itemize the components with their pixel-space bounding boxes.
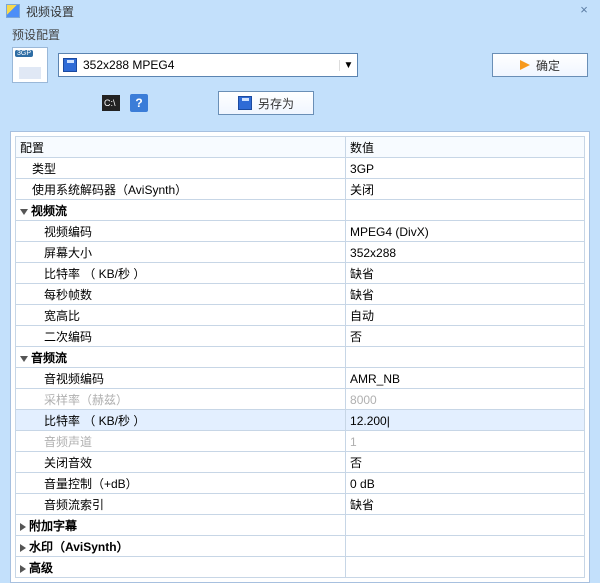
table-row[interactable]: 比特率 （ KB/秒 ）12.200: [16, 410, 585, 431]
row-value[interactable]: 缺省: [346, 494, 585, 515]
table-row[interactable]: 二次编码否: [16, 326, 585, 347]
row-value[interactable]: 缺省: [346, 284, 585, 305]
row-name[interactable]: 视频流: [16, 200, 346, 221]
expand-open-icon[interactable]: [20, 356, 28, 362]
table-row: 音频声道1: [16, 431, 585, 452]
arrow-right-icon: [520, 60, 530, 70]
row-name[interactable]: 附加字幕: [16, 515, 346, 536]
chevron-down-icon: ▼: [339, 60, 357, 71]
row-value[interactable]: 否: [346, 326, 585, 347]
row-value: 1: [346, 431, 585, 452]
row-name[interactable]: 比特率 （ KB/秒 ）: [16, 263, 346, 284]
group-row[interactable]: 音频流: [16, 347, 585, 368]
floppy-icon: [63, 58, 77, 72]
expand-open-icon[interactable]: [20, 209, 28, 215]
help-icon[interactable]: ?: [130, 94, 148, 112]
group-row[interactable]: 水印（AviSynth）: [16, 536, 585, 557]
row-value[interactable]: [346, 536, 585, 557]
app-icon: [6, 4, 20, 18]
row-name: 采样率（赫兹）: [16, 389, 346, 410]
row-value[interactable]: MPEG4 (DivX): [346, 221, 585, 242]
row-name[interactable]: 二次编码: [16, 326, 346, 347]
row-value: 8000: [346, 389, 585, 410]
floppy-icon: [238, 96, 252, 110]
save-as-label: 另存为: [258, 95, 294, 112]
row-value[interactable]: 12.200: [346, 410, 585, 431]
row-value[interactable]: AMR_NB: [346, 368, 585, 389]
window-title: 视频设置: [26, 3, 74, 20]
table-row[interactable]: 类型3GP: [16, 158, 585, 179]
expand-closed-icon[interactable]: [20, 523, 26, 531]
row-name[interactable]: 每秒帧数: [16, 284, 346, 305]
row-value[interactable]: [346, 347, 585, 368]
row-name[interactable]: 水印（AviSynth）: [16, 536, 346, 557]
table-row[interactable]: 音视频编码AMR_NB: [16, 368, 585, 389]
row-value[interactable]: [346, 200, 585, 221]
group-row[interactable]: 视频流: [16, 200, 585, 221]
preset-3gp-icon: [12, 47, 48, 83]
row-name[interactable]: 屏幕大小: [16, 242, 346, 263]
row-value[interactable]: [346, 557, 585, 578]
row-value[interactable]: 352x288: [346, 242, 585, 263]
table-row[interactable]: 视频编码MPEG4 (DivX): [16, 221, 585, 242]
preset-section: 预设配置 352x288 MPEG4 ▼ 确定 C:\ ? 另存为: [0, 22, 600, 121]
group-row[interactable]: 高级: [16, 557, 585, 578]
table-row[interactable]: 屏幕大小352x288: [16, 242, 585, 263]
expand-closed-icon[interactable]: [20, 544, 26, 552]
row-name[interactable]: 类型: [16, 158, 346, 179]
ok-button[interactable]: 确定: [492, 53, 588, 77]
row-name[interactable]: 关闭音效: [16, 452, 346, 473]
ok-button-label: 确定: [536, 57, 560, 74]
property-grid: 配置 数值 类型3GP使用系统解码器（AviSynth）关闭视频流视频编码MPE…: [10, 131, 590, 583]
table-row[interactable]: 音量控制（+dB）0 dB: [16, 473, 585, 494]
table-row[interactable]: 关闭音效否: [16, 452, 585, 473]
table-row[interactable]: 宽高比自动: [16, 305, 585, 326]
preset-section-label: 预设配置: [12, 26, 588, 43]
row-value[interactable]: 关闭: [346, 179, 585, 200]
table-row[interactable]: 比特率 （ KB/秒 ）缺省: [16, 263, 585, 284]
row-name[interactable]: 使用系统解码器（AviSynth）: [16, 179, 346, 200]
row-name[interactable]: 音量控制（+dB）: [16, 473, 346, 494]
row-value[interactable]: 缺省: [346, 263, 585, 284]
col-header-name[interactable]: 配置: [16, 137, 346, 158]
row-value[interactable]: 否: [346, 452, 585, 473]
row-name: 音频声道: [16, 431, 346, 452]
console-icon[interactable]: C:\: [102, 95, 120, 111]
row-name[interactable]: 音频流索引: [16, 494, 346, 515]
row-name[interactable]: 音频流: [16, 347, 346, 368]
row-name[interactable]: 音视频编码: [16, 368, 346, 389]
table-row[interactable]: 每秒帧数缺省: [16, 284, 585, 305]
row-name[interactable]: 高级: [16, 557, 346, 578]
save-as-button[interactable]: 另存为: [218, 91, 314, 115]
row-name[interactable]: 视频编码: [16, 221, 346, 242]
preset-dropdown[interactable]: 352x288 MPEG4 ▼: [58, 53, 358, 77]
table-row: 采样率（赫兹）8000: [16, 389, 585, 410]
table-row[interactable]: 音频流索引缺省: [16, 494, 585, 515]
row-value[interactable]: 自动: [346, 305, 585, 326]
row-value[interactable]: 0 dB: [346, 473, 585, 494]
row-value[interactable]: 3GP: [346, 158, 585, 179]
expand-closed-icon[interactable]: [20, 565, 26, 573]
close-button[interactable]: ×: [576, 2, 592, 17]
row-name[interactable]: 比特率 （ KB/秒 ）: [16, 410, 346, 431]
col-header-value[interactable]: 数值: [346, 137, 585, 158]
table-row[interactable]: 使用系统解码器（AviSynth）关闭: [16, 179, 585, 200]
titlebar: 视频设置 ×: [0, 0, 600, 22]
preset-dropdown-value: 352x288 MPEG4: [83, 58, 339, 72]
row-value[interactable]: [346, 515, 585, 536]
group-row[interactable]: 附加字幕: [16, 515, 585, 536]
row-name[interactable]: 宽高比: [16, 305, 346, 326]
